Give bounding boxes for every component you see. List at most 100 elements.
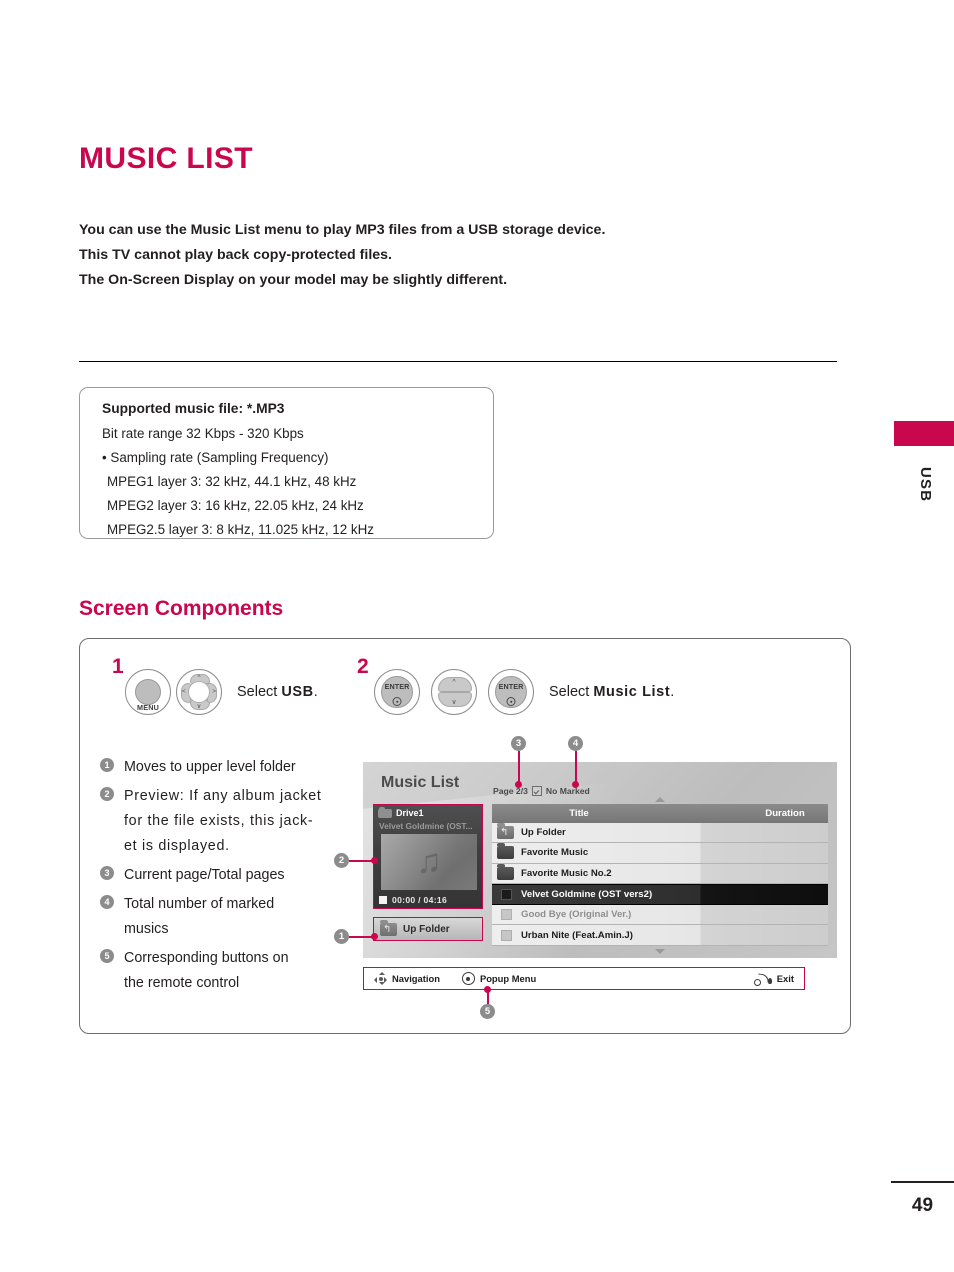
callout-marker-3: 3 <box>511 736 526 751</box>
scroll-down-arrow-icon[interactable] <box>655 948 665 954</box>
callout-dot-3 <box>515 781 522 788</box>
chevron-up-icon: ^ <box>452 679 456 686</box>
music-file-icon <box>501 929 512 941</box>
intro-line-2: This TV cannot play back copy-protected … <box>79 247 392 263</box>
row-cell-title: Favorite Music <box>492 843 828 860</box>
row-cell-title: Favorite Music No.2 <box>492 863 828 880</box>
callout-dot-2 <box>371 857 378 864</box>
chevron-up-icon: ^ <box>197 674 201 681</box>
table-row-selected[interactable]: Velvet Goldmine (OST vers2) <box>492 883 828 906</box>
navbar-exit-item[interactable]: Exit <box>753 973 794 986</box>
enter-button-dot-2 <box>506 697 516 706</box>
callout-marker-4: 4 <box>568 736 583 751</box>
preview-panel: Drive1 Velvet Goldmine (OST... ♫ 00:00 /… <box>373 804 483 909</box>
osd-navigation-bar: Navigation Popup Menu Exit <box>363 967 805 990</box>
drive-name: Drive1 <box>396 808 424 818</box>
enter-button-label-2: ENTER <box>498 682 524 691</box>
list-item-label: Current page/Total pages <box>124 867 285 883</box>
navbar-left-group: Navigation Popup Menu <box>374 972 536 985</box>
list-item-label: Moves to upper level folder <box>124 759 296 775</box>
enter-button-dot-1 <box>392 697 402 706</box>
horizontal-divider <box>79 361 837 362</box>
drive-row: Drive1 <box>378 806 424 818</box>
navbar-right-group: Exit <box>753 973 794 986</box>
callout-line-4 <box>575 751 577 784</box>
step-1-instruction-suffix: . <box>313 684 318 700</box>
usb-tab-accent-bar <box>894 421 954 446</box>
list-item-label-cont2: et is displayed. <box>124 838 230 854</box>
feature-description-list: 1 Moves to upper level folder 2 Preview:… <box>100 755 350 1000</box>
music-note-icon: ♫ <box>416 842 442 881</box>
enter-button-label-1: ENTER <box>384 682 410 691</box>
marked-status: No Marked <box>545 786 590 796</box>
marked-checkbox-icon <box>531 786 542 796</box>
up-folder-icon <box>497 823 514 840</box>
navbar-popup-menu-item[interactable]: Popup Menu <box>461 972 537 985</box>
section-heading: Screen Components <box>79 597 284 620</box>
list-bullet-3: 3 <box>100 866 114 880</box>
navbar-navigation-label: Navigation <box>392 973 440 984</box>
chevron-right-icon: > <box>212 687 216 695</box>
menu-button-inner <box>135 679 161 705</box>
page-number: 49 <box>911 1195 934 1216</box>
list-bullet-4: 4 <box>100 895 114 909</box>
list-item: 3 Current page/Total pages <box>100 863 350 888</box>
row-cell-title: Velvet Goldmine (OST vers2) <box>492 889 828 901</box>
ok-button-icon <box>461 972 475 985</box>
nav-center <box>188 681 210 703</box>
row-label: Urban Nite (Feat.Amin.J) <box>521 929 633 941</box>
chevron-down-icon: ∨ <box>451 699 457 706</box>
table-row[interactable]: Up Folder <box>492 823 828 844</box>
exit-icon <box>753 973 772 986</box>
scroll-up-arrow-icon[interactable] <box>655 797 665 802</box>
up-folder-icon <box>380 919 397 936</box>
intro-line-1: You can use the Music List menu to play … <box>79 222 606 238</box>
spec-line-sampling: • Sampling rate (Sampling Frequency) <box>102 450 329 465</box>
step-1-instruction-target: USB <box>281 684 314 700</box>
page-title: MUSIC LIST <box>79 142 253 175</box>
table-row[interactable]: Urban Nite (Feat.Amin.J) <box>492 925 828 954</box>
spec-line-supported-file: Supported music file: *.MP3 <box>102 401 285 416</box>
table-row[interactable]: Favorite Music <box>492 843 828 864</box>
music-list-table: Title Duration Up Folder Favorite Music <box>492 797 828 954</box>
row-cell-title: Urban Nite (Feat.Amin.J) <box>492 929 828 941</box>
chevron-left-icon: < <box>182 687 186 695</box>
callout-marker-1: 1 <box>334 929 349 944</box>
navbar-exit-label: Exit <box>776 973 794 984</box>
navbar-navigation-item[interactable]: Navigation <box>374 972 440 985</box>
row-label: Favorite Music <box>521 847 589 859</box>
usb-drive-icon <box>378 806 392 818</box>
intro-paragraph: You can use the Music List menu to play … <box>79 218 779 293</box>
menu-button-icon: MENU <box>125 669 171 715</box>
enter-button-icon-1: ENTER <box>374 669 420 715</box>
list-item: 5 Corresponding buttons on the remote co… <box>100 946 350 996</box>
document-page: MUSIC LIST You can use the Music List me… <box>0 0 954 1272</box>
list-item-label: Total number of marked <box>124 896 275 912</box>
row-cell-title: Good Bye (Original Ver.) <box>492 909 828 921</box>
up-folder-button[interactable]: Up Folder <box>373 917 483 941</box>
menu-button-label: MENU <box>137 703 159 712</box>
row-label: Good Bye (Original Ver.) <box>521 909 632 921</box>
spec-line-bitrate: Bit rate range 32 Kbps - 320 Kbps <box>102 426 304 441</box>
list-bullet-1: 1 <box>100 758 114 772</box>
list-item-label: Corresponding buttons on <box>124 950 289 966</box>
navbar-popup-menu-label: Popup Menu <box>479 973 537 984</box>
osd-title: Music List <box>381 774 460 791</box>
list-item: 2 Preview: If any album jacket for the f… <box>100 784 350 859</box>
enter-button-icon-2: ENTER <box>488 669 534 715</box>
up-folder-button-label: Up Folder <box>403 923 450 935</box>
music-file-icon <box>501 889 512 901</box>
table-row[interactable]: Favorite Music No.2 <box>492 863 828 884</box>
intro-line-3: The On-Screen Display on your model may … <box>79 272 508 288</box>
table-row[interactable]: Good Bye (Original Ver.) <box>492 905 828 926</box>
row-cell-title: Up Folder <box>492 823 828 840</box>
step-2-instruction: Select Music List. <box>549 684 674 700</box>
step-2-instruction-target: Music List <box>593 684 671 700</box>
spec-line-mpeg2: MPEG2 layer 3: 16 kHz, 22.05 kHz, 24 kHz <box>107 498 364 513</box>
table-body: Up Folder Favorite Music Favorite Music … <box>492 823 828 954</box>
step-1-instruction-prefix: Select <box>237 684 282 700</box>
list-bullet-5: 5 <box>100 949 114 963</box>
callout-marker-2: 2 <box>334 853 349 868</box>
step-1-instruction: Select USB. <box>237 684 318 700</box>
preview-time: 00:00 / 04:16 <box>392 895 448 905</box>
